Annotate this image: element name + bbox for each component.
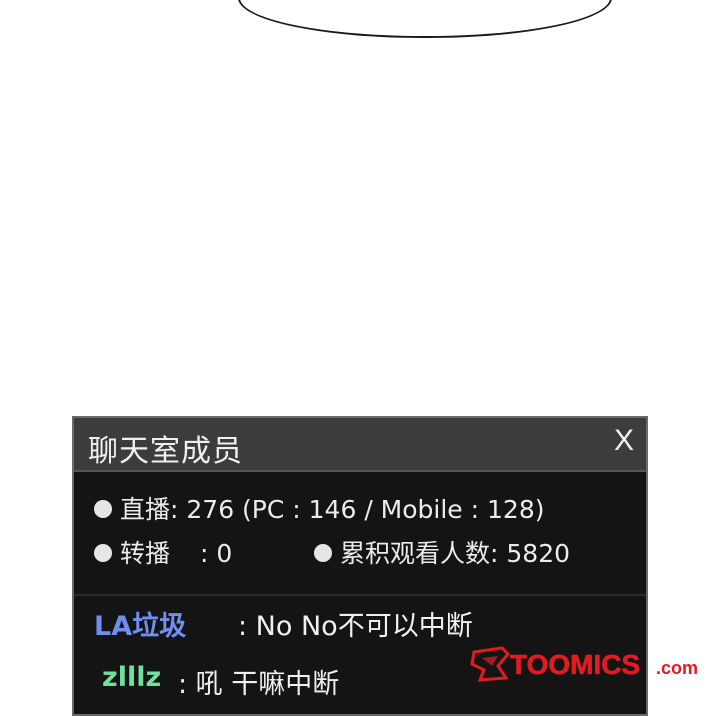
message-text: : 吼 干嘛中断 [178, 669, 340, 700]
stat-cumulative: 累积观看人数: 5820 [314, 534, 570, 570]
toomics-watermark: TOOMICS .com [468, 644, 706, 684]
toomics-logo-icon: TOOMICS .com [470, 646, 698, 682]
bullet-icon [94, 544, 112, 562]
message-username[interactable]: LA垃圾 [94, 604, 186, 643]
watermark-text: TOOMICS [510, 649, 640, 680]
bullet-icon [314, 544, 332, 562]
stats-row-live: 直播: 276 (PC : 146 / Mobile : 128) [94, 490, 636, 534]
live-label: 直播 [120, 495, 171, 524]
stats-row-secondary: 转播 : 0 累积观看人数: 5820 [94, 534, 636, 578]
viewer-stats: 直播: 276 (PC : 146 / Mobile : 128) 转播 : 0 … [94, 490, 636, 578]
panel-title: 聊天室成员 [88, 434, 243, 469]
rebroadcast-value: : 0 [200, 539, 233, 568]
watermark-suffix: .com [656, 658, 698, 678]
live-value: : 276 (PC : 146 / Mobile : 128) [170, 495, 545, 524]
cumulative-value: : 5820 [490, 539, 571, 568]
stat-rebroadcast: 转播 : 0 [94, 534, 232, 570]
message-text: : No No不可以中断 [238, 611, 473, 642]
divider [74, 594, 646, 596]
speech-bubble [238, 0, 612, 38]
rebroadcast-label: 转播 [120, 539, 171, 568]
message-username[interactable]: zlllz [102, 662, 161, 693]
stat-live: 直播: 276 (PC : 146 / Mobile : 128) [94, 490, 544, 526]
cumulative-label: 累积观看人数 [340, 539, 491, 568]
bullet-icon [94, 500, 112, 518]
close-button[interactable]: X [614, 424, 634, 458]
panel-titlebar: 聊天室成员 X [74, 418, 646, 472]
